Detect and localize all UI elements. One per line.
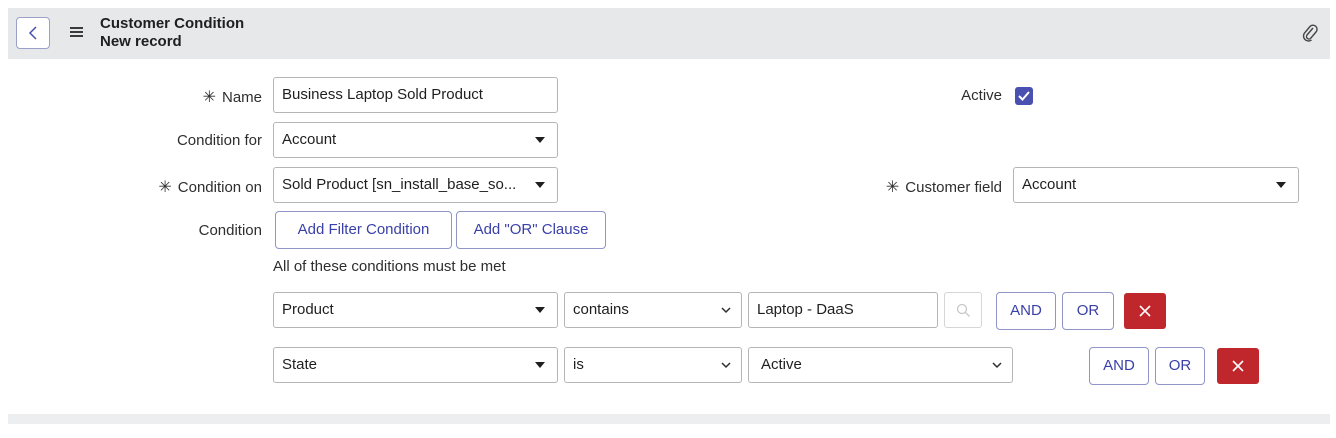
- condition-operator-value: is: [573, 356, 584, 373]
- caret-down-icon: [535, 362, 545, 368]
- chevron-down-icon: [721, 362, 731, 369]
- caret-down-icon: [535, 307, 545, 313]
- form-footer-divider: [8, 414, 1330, 424]
- remove-condition-button[interactable]: [1217, 348, 1259, 384]
- required-marker: ✳: [885, 179, 900, 196]
- page-title: Customer Condition: [100, 15, 245, 32]
- condition-for-value: Account: [282, 131, 337, 148]
- active-label: Active: [961, 87, 1002, 104]
- caret-down-icon: [535, 137, 545, 143]
- condition-field-value: State: [282, 356, 318, 373]
- checkmark-icon: [1018, 91, 1030, 101]
- condition-operator-value: contains: [573, 301, 629, 318]
- close-icon: [1232, 360, 1244, 372]
- add-filter-condition-button[interactable]: Add Filter Condition: [275, 211, 452, 249]
- condition-label: Condition: [198, 222, 262, 239]
- condition-field-value: Product: [282, 301, 334, 318]
- chevron-left-icon: [28, 26, 37, 40]
- record-header: Customer Condition New record: [8, 8, 1330, 59]
- condition-value-input[interactable]: Laptop - DaaS: [748, 292, 938, 328]
- condition-on-label: ✳ Condition on: [158, 179, 262, 196]
- condition-on-select[interactable]: Sold Product [sn_install_base_so...: [273, 167, 558, 203]
- chevron-down-icon: [992, 362, 1002, 369]
- customer-field-value: Account: [1022, 176, 1077, 193]
- hamburger-menu-icon[interactable]: [70, 27, 83, 38]
- condition-for-label: Condition for: [176, 132, 262, 149]
- condition-value: Active: [761, 356, 802, 373]
- search-button[interactable]: [944, 292, 982, 328]
- condition-operator-select[interactable]: contains: [564, 292, 742, 328]
- condition-value-select[interactable]: Active: [748, 347, 1013, 383]
- or-button[interactable]: OR: [1155, 347, 1205, 385]
- name-label: ✳ Name: [202, 89, 262, 106]
- and-button[interactable]: AND: [1089, 347, 1149, 385]
- customer-field-label: ✳ Customer field: [885, 179, 1002, 196]
- paperclip-icon[interactable]: [1302, 23, 1318, 43]
- caret-down-icon: [535, 182, 545, 188]
- active-checkbox[interactable]: [1015, 87, 1033, 105]
- page-subtitle: New record: [100, 33, 182, 50]
- required-marker: ✳: [202, 89, 216, 106]
- condition-operator-select[interactable]: is: [564, 347, 742, 383]
- conditions-hint: All of these conditions must be met: [273, 258, 506, 275]
- condition-field-select[interactable]: Product: [273, 292, 558, 328]
- condition-for-select[interactable]: Account: [273, 122, 558, 158]
- caret-down-icon: [1276, 182, 1286, 188]
- name-field[interactable]: Business Laptop Sold Product: [273, 77, 558, 113]
- chevron-down-icon: [721, 307, 731, 314]
- or-button[interactable]: OR: [1062, 292, 1114, 330]
- customer-field-select[interactable]: Account: [1013, 167, 1299, 203]
- and-button[interactable]: AND: [996, 292, 1056, 330]
- back-button[interactable]: [16, 17, 50, 49]
- condition-field-select[interactable]: State: [273, 347, 558, 383]
- condition-on-value: Sold Product [sn_install_base_so...: [282, 176, 517, 193]
- required-marker: ✳: [158, 179, 172, 196]
- remove-condition-button[interactable]: [1124, 293, 1166, 329]
- close-icon: [1139, 305, 1151, 317]
- add-or-clause-button[interactable]: Add "OR" Clause: [456, 211, 606, 249]
- search-icon: [956, 303, 970, 317]
